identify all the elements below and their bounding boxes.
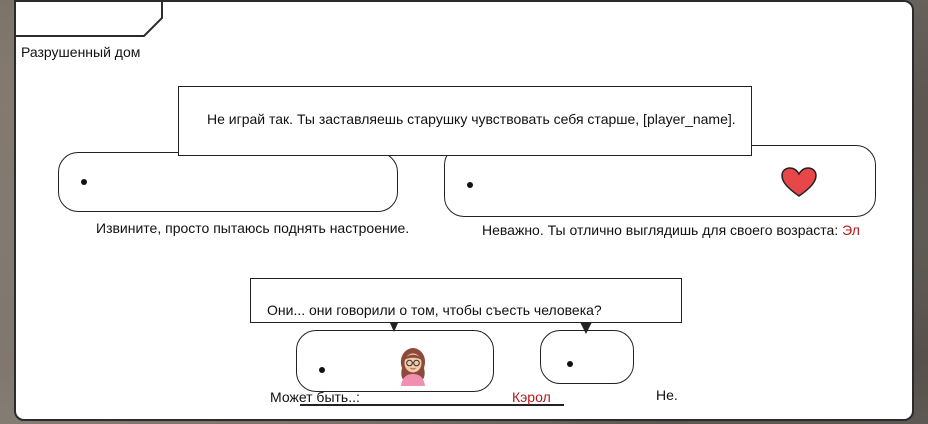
location-tab-outline	[14, 0, 163, 37]
choice-label-1[interactable]: Извините, просто пытаюсь поднять настрое…	[96, 220, 409, 236]
heart-icon	[781, 167, 817, 197]
choice-label-2[interactable]: Неважно. Ты отлично выглядишь для своего…	[482, 222, 860, 238]
choice-bubble-4[interactable]	[540, 330, 634, 384]
choice-bubble-3[interactable]	[296, 330, 494, 392]
choice-bubble-1[interactable]	[58, 152, 398, 212]
bullet-dot	[567, 361, 573, 367]
location-title: Разрушенный дом	[21, 44, 141, 60]
pointer-arrow	[390, 323, 398, 332]
speech-box-1: Не играй так. Ты заставляешь старушку чу…	[178, 86, 752, 156]
bullet-dot	[319, 367, 325, 373]
choice-label-4[interactable]: Не.	[656, 387, 678, 403]
bullet-dot	[467, 182, 473, 188]
choice-speaker-2: Эл	[842, 222, 860, 238]
choice-speaker-3: Кэрол	[512, 389, 551, 405]
speech-text-2: Они... они говорили о том, чтобы съесть …	[267, 302, 602, 318]
choice-label-2-text: Неважно. Ты отлично выглядишь для своего…	[482, 222, 839, 238]
speech-text-1: Не играй так. Ты заставляешь старушку чу…	[207, 111, 736, 127]
speech-box-2: Они... они говорили о том, чтобы съесть …	[250, 278, 682, 323]
avatar-carol-icon	[400, 348, 426, 386]
choice-label-3[interactable]: Может быть..:	[270, 389, 360, 405]
bullet-dot	[81, 179, 87, 185]
pointer-arrow	[580, 322, 592, 334]
